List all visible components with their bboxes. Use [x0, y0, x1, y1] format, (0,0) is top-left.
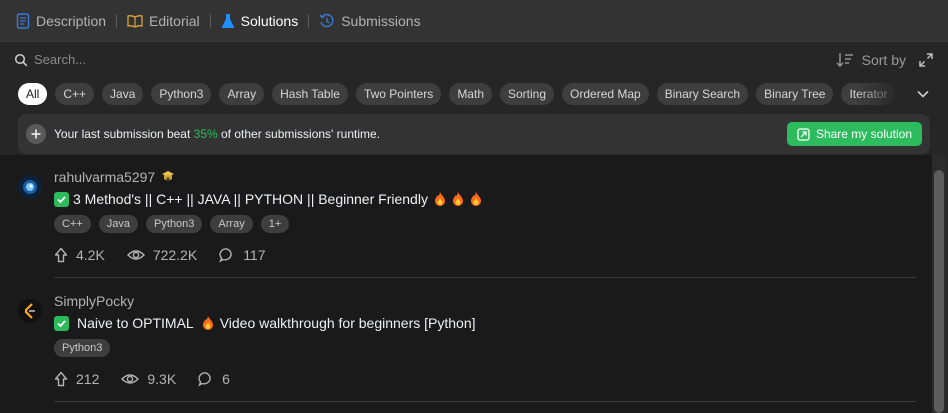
eye-icon: [126, 250, 145, 260]
tag[interactable]: Python3: [54, 339, 111, 357]
chip-python3[interactable]: Python3: [151, 83, 212, 105]
tag[interactable]: C++: [54, 215, 91, 233]
author-label: rahulvarma5297: [54, 169, 156, 185]
tab-separator: [308, 13, 310, 28]
upvote-count: 212: [76, 371, 100, 387]
history-icon: [319, 13, 334, 27]
tag[interactable]: Array: [210, 215, 253, 233]
guardian-badge-icon: [162, 171, 175, 181]
share-icon: [797, 127, 810, 141]
share-solution-button[interactable]: Share my solution: [786, 122, 922, 146]
comments-count: 117: [243, 247, 266, 263]
fire-icon: [434, 192, 445, 206]
chevron-down-icon[interactable]: [916, 87, 930, 101]
sort-by-button[interactable]: Sort by: [836, 52, 906, 68]
chip-all[interactable]: All: [18, 83, 48, 105]
author-name[interactable]: rahulvarma5297: [54, 169, 175, 185]
scrollbar-thumb[interactable]: [934, 170, 944, 413]
tab-solutions-label: Solutions: [240, 12, 299, 29]
chip-math[interactable]: Math: [449, 83, 492, 105]
solution-stats: 4.2K 722.2K 117: [54, 247, 288, 263]
avatar[interactable]: [18, 299, 42, 323]
chip-binary-search[interactable]: Binary Search: [656, 83, 749, 105]
banner-text-before: Your last submission beat: [54, 127, 194, 141]
chip-hash-table[interactable]: Hash Table: [272, 83, 348, 105]
eye-icon: [121, 374, 140, 384]
chip-cpp[interactable]: C++: [55, 83, 95, 105]
check-icon: [54, 315, 69, 331]
book-icon: [127, 14, 143, 28]
solution-tags: C++ Java Python3 Array 1+: [54, 215, 290, 233]
comments-stat[interactable]: 117: [219, 247, 266, 263]
upvote-count: 4.2K: [76, 247, 105, 263]
banner-message: Your last submission beat 35% of other s…: [54, 127, 787, 141]
chip-ordered-map[interactable]: Ordered Map: [562, 83, 649, 105]
tab-description-label: Description: [36, 12, 107, 29]
upvote-icon: [54, 371, 68, 387]
comment-icon: [219, 248, 232, 263]
chip-two-pointers[interactable]: Two Pointers: [355, 83, 442, 105]
solution-title-text: 3 Method's || C++ || JAVA || PYTHON || B…: [73, 191, 428, 207]
chip-java[interactable]: Java: [102, 83, 144, 105]
tab-description[interactable]: Description: [14, 0, 108, 42]
solution-title-text-start: Naive to OPTIMAL: [77, 315, 194, 331]
tab-separator: [209, 13, 211, 28]
tab-separator: [116, 13, 118, 28]
comments-stat[interactable]: 6: [198, 371, 230, 387]
beat-percentage: 35%: [193, 127, 218, 141]
tab-solutions[interactable]: Solutions: [219, 0, 301, 42]
chip-truncated[interactable]: Re: [903, 83, 916, 105]
divider: [54, 277, 916, 278]
submission-banner: Your last submission beat 35% of other s…: [18, 114, 930, 154]
solutions-list: rahulvarma5297 3 Method's || C++ || JAVA…: [0, 155, 932, 413]
fire-icon: [470, 192, 481, 206]
avatar[interactable]: [18, 175, 42, 199]
solution-title[interactable]: Naive to OPTIMAL Video walkthrough for b…: [54, 315, 476, 331]
solution-tags: Python3: [54, 339, 111, 357]
tab-editorial[interactable]: Editorial: [125, 0, 202, 42]
views-stat: 722.2K: [126, 247, 198, 263]
plus-circle-icon: [26, 124, 46, 144]
topic-filter-chips: All C++ Java Python3 Array Hash Table Tw…: [18, 83, 916, 107]
banner-text-after: of other submissions' runtime.: [217, 127, 381, 141]
tab-editorial-label: Editorial: [149, 12, 200, 29]
expand-icon[interactable]: [918, 52, 934, 68]
comments-count: 6: [222, 371, 230, 387]
upvote-stat[interactable]: 4.2K: [54, 247, 105, 263]
tab-submissions-label: Submissions: [341, 12, 421, 29]
author-label: SimplyPocky: [54, 293, 135, 309]
chip-sorting[interactable]: Sorting: [500, 83, 555, 105]
chip-binary-tree[interactable]: Binary Tree: [756, 83, 834, 105]
upvote-stat[interactable]: 212: [54, 371, 99, 387]
search-row: Sort by: [0, 43, 948, 76]
sort-by-label: Sort by: [861, 51, 906, 68]
search-input[interactable]: [34, 52, 836, 67]
tag[interactable]: Java: [98, 215, 139, 233]
comment-icon: [198, 372, 211, 387]
tab-bar: Description Editorial Solutions Submissi…: [0, 0, 948, 42]
tab-submissions[interactable]: Submissions: [317, 0, 422, 42]
sort-icon: [836, 52, 853, 67]
solutions-panel: Description Editorial Solutions Submissi…: [0, 0, 948, 413]
chip-array[interactable]: Array: [219, 83, 265, 105]
solution-stats: 212 9.3K 6: [54, 371, 252, 387]
views-count: 722.2K: [152, 247, 198, 263]
description-icon: [16, 12, 30, 29]
solution-title-text-end: Video walkthrough for beginners [Python]: [219, 315, 476, 331]
check-icon: [54, 191, 69, 207]
search-icon: [14, 53, 28, 66]
share-button-label: Share my solution: [815, 127, 912, 141]
fire-icon: [452, 192, 463, 206]
upvote-icon: [54, 247, 68, 263]
views-count: 9.3K: [147, 371, 177, 387]
chip-iterator[interactable]: Iterator: [841, 83, 896, 105]
divider: [54, 401, 916, 402]
views-stat: 9.3K: [121, 371, 176, 387]
solution-title[interactable]: 3 Method's || C++ || JAVA || PYTHON || B…: [54, 191, 482, 207]
author-name[interactable]: SimplyPocky: [54, 293, 134, 309]
flask-icon: [221, 13, 234, 28]
fire-icon: [202, 316, 213, 330]
tag[interactable]: Python3: [146, 215, 203, 233]
more-tags[interactable]: 1+: [260, 215, 290, 233]
